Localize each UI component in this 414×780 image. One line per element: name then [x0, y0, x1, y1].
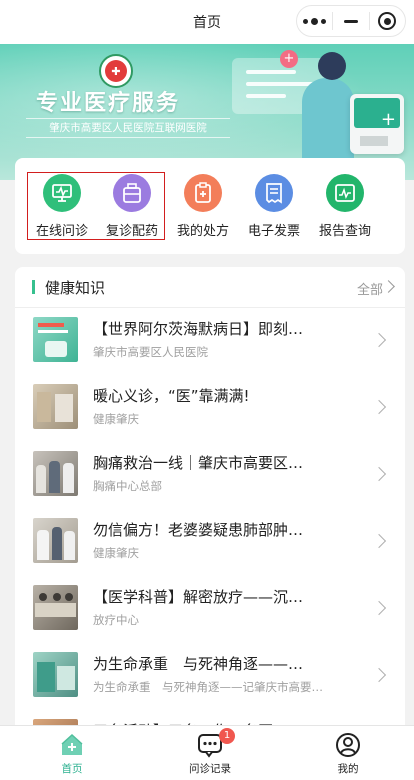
section-header: 健康知识 全部 — [15, 267, 405, 307]
mini-program-capsule — [296, 5, 406, 37]
view-all-link[interactable]: 全部 — [357, 279, 383, 298]
article-item[interactable]: 【医学科普】解密放疗——沉… 放疗中心 — [15, 576, 405, 643]
article-title: 暖心义诊，“医”靠满满! — [93, 387, 250, 405]
chevron-right-icon[interactable] — [382, 280, 395, 293]
tab-label: 首页 — [61, 763, 83, 775]
close-circle-icon — [378, 12, 397, 30]
article-thumbnail — [33, 585, 78, 630]
chevron-right-icon — [371, 667, 387, 683]
close-button[interactable] — [370, 6, 405, 36]
chevron-right-icon — [371, 332, 387, 348]
medicine-box-icon — [113, 174, 151, 212]
article-title: 【世界阿尔茨海默病日】即刻… — [93, 320, 304, 338]
quick-entry-card: 在线问诊 复诊配药 我的处方 电子发票 报告查询 — [15, 158, 405, 254]
article-source: 为生命承重 与死神角逐——记肇庆市高要… — [93, 680, 323, 694]
chat-bubble-icon: 1 — [197, 728, 235, 758]
more-dots-icon — [303, 17, 327, 25]
report-icon — [326, 174, 364, 212]
chevron-right-icon — [371, 533, 387, 549]
navigation-bar: 首页 — [0, 0, 414, 44]
more-options-button[interactable] — [297, 6, 332, 36]
article-item[interactable]: 勿信偏方！老婆婆疑患肺部肿… 健康肇庆 — [15, 509, 405, 576]
article-thumbnail — [33, 384, 78, 429]
article-source: 肇庆市高要区人民医院 — [93, 345, 208, 359]
section-title: 健康知识 — [45, 279, 106, 297]
chevron-right-icon — [371, 600, 387, 616]
article-item[interactable]: 为生命承重 与死神角逐——… 为生命承重 与死神角逐——记肇庆市高要… — [15, 643, 405, 710]
article-title: 为生命承重 与死神角逐——… — [93, 655, 304, 673]
tab-mine[interactable]: 我的 — [308, 732, 388, 776]
article-thumbnail — [33, 652, 78, 697]
entry-label: 在线问诊 — [35, 224, 88, 239]
minus-icon — [343, 19, 358, 23]
article-thumbnail — [33, 451, 78, 496]
tab-consultation-records[interactable]: 1 问诊记录 — [170, 728, 250, 776]
tab-label: 问诊记录 — [189, 763, 231, 775]
article-source: 胸痛中心总部 — [93, 479, 162, 493]
monitor-pulse-icon — [43, 174, 81, 212]
section-accent-bar — [32, 280, 35, 294]
chevron-right-icon — [371, 399, 387, 415]
hospital-logo — [99, 54, 133, 88]
user-icon — [335, 732, 361, 758]
chevron-right-icon — [371, 466, 387, 482]
article-title: 【医学科普】解密放疗——沉… — [93, 588, 304, 606]
entry-online-consultation[interactable]: 在线问诊 — [29, 174, 95, 239]
banner-title: 专业医疗服务 — [36, 91, 181, 116]
invoice-icon — [255, 174, 293, 212]
article-thumbnail — [33, 317, 78, 362]
entry-report-query[interactable]: 报告查询 — [312, 174, 378, 239]
entry-label: 电子发票 — [247, 224, 300, 239]
unread-badge: 1 — [219, 728, 235, 744]
article-source: 健康肇庆 — [93, 412, 139, 426]
article-item[interactable]: 【世界阿尔茨海默病日】即刻… 肇庆市高要区人民医院 — [15, 308, 405, 375]
article-item[interactable]: 暖心义诊，“医”靠满满! 健康肇庆 — [15, 375, 405, 442]
entry-electronic-invoice[interactable]: 电子发票 — [241, 174, 307, 239]
tab-label: 我的 — [337, 763, 359, 775]
article-thumbnail — [33, 518, 78, 563]
article-title: 胸痛救治一线｜肇庆市高要区… — [93, 454, 304, 472]
entry-label: 复诊配药 — [105, 224, 158, 239]
article-title: 勿信偏方！老婆婆疑患肺部肿… — [93, 521, 304, 539]
plus-bubble-icon: + — [280, 50, 298, 68]
bottom-tab-bar: 首页 1 问诊记录 我的 — [0, 725, 414, 780]
minimize-button[interactable] — [333, 6, 368, 36]
medical-card-icon — [350, 94, 404, 154]
article-item[interactable]: 胸痛救治一线｜肇庆市高要区… 胸痛中心总部 — [15, 442, 405, 509]
prescription-clipboard-icon — [184, 174, 222, 212]
health-knowledge-section: 健康知识 全部 【世界阿尔茨海默病日】即刻… 肇庆市高要区人民医院 暖心义诊，“… — [15, 267, 405, 737]
entry-refill-prescription[interactable]: 复诊配药 — [99, 174, 165, 239]
article-source: 放疗中心 — [93, 613, 139, 627]
entry-my-prescription[interactable]: 我的处方 — [170, 174, 236, 239]
home-icon — [59, 732, 85, 758]
entry-label: 报告查询 — [318, 224, 371, 239]
banner-subtitle: 肇庆市高要区人民医院互联网医院 — [26, 118, 230, 138]
article-source: 健康肇庆 — [93, 546, 139, 560]
entry-label: 我的处方 — [176, 224, 229, 239]
tab-home[interactable]: 首页 — [32, 732, 112, 776]
